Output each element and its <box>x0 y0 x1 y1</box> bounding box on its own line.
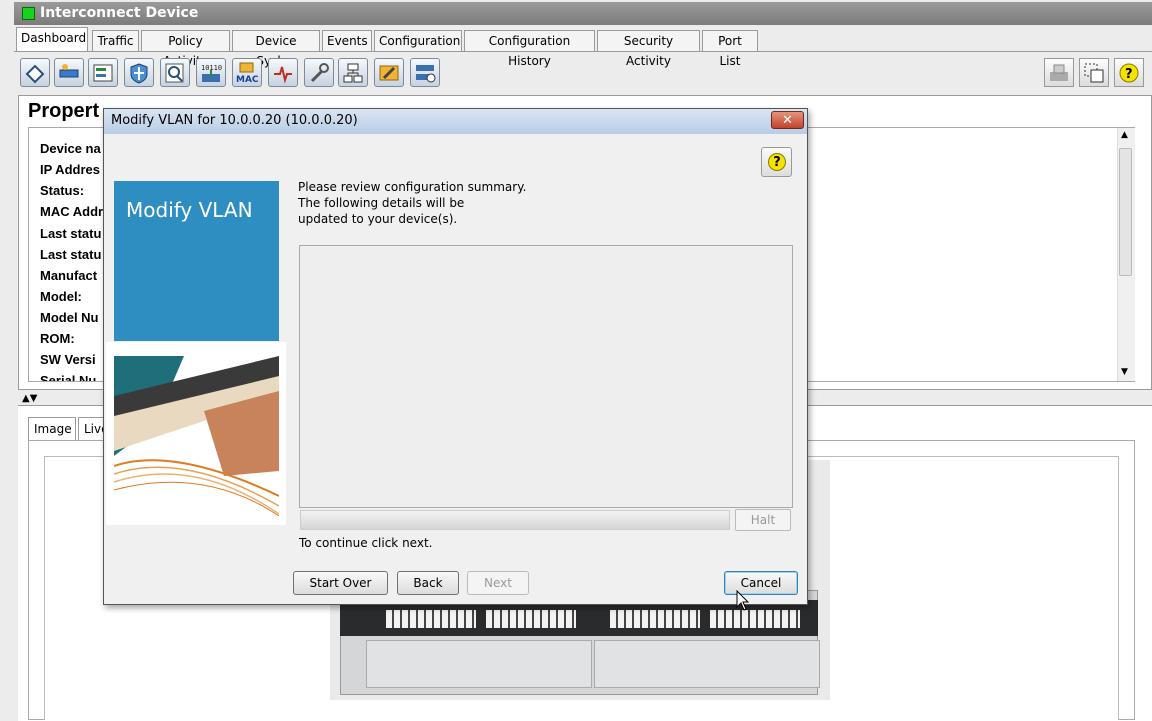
tab-security-activity[interactable]: Security Activity <box>597 30 700 68</box>
tab-divider <box>14 51 1152 52</box>
device-module <box>366 640 592 688</box>
vlan-button[interactable] <box>20 58 50 87</box>
device-port-block <box>386 610 476 628</box>
next-button[interactable]: Next <box>467 571 529 595</box>
scroll-up-icon[interactable]: ▲ <box>1121 130 1128 140</box>
window-title: Interconnect Device <box>40 5 199 21</box>
halt-button[interactable]: Halt <box>735 509 791 531</box>
prop-label-model-number: Model Nu <box>40 310 99 325</box>
device-list-icon <box>416 65 436 83</box>
mac-button[interactable]: MAC <box>232 58 262 87</box>
zoom-icon <box>165 63 184 83</box>
tab-device-syslog[interactable]: Device Syslog <box>232 30 320 68</box>
svg-text:?: ? <box>1125 67 1133 82</box>
prop-label-device-name: Device na <box>40 141 101 156</box>
help-icon: ? <box>768 153 786 171</box>
tab-traffic[interactable]: Traffic <box>92 30 139 51</box>
tools-icon <box>379 65 399 81</box>
device-module <box>594 640 820 688</box>
prop-label-ip-address: IP Addres <box>40 162 100 177</box>
signal-button[interactable] <box>268 58 298 87</box>
signal-icon <box>274 66 292 84</box>
dialog-close-button[interactable]: ✕ <box>771 111 804 129</box>
instruction-line-2: The following details will be <box>298 196 465 210</box>
svg-text:MAC: MAC <box>236 75 258 84</box>
prop-label-model: Model: <box>40 289 82 304</box>
prop-label-manufacturer: Manufact <box>40 268 98 283</box>
prop-label-last-status-1: Last statu <box>40 226 102 241</box>
wrench-button[interactable] <box>304 58 334 87</box>
prop-label-mac-address: MAC Addr <box>40 204 104 219</box>
tab-image[interactable]: Image <box>28 417 76 441</box>
network-icon <box>59 64 79 78</box>
prop-label-last-status-2: Last statu <box>40 247 102 262</box>
instruction-line-1: Please review configuration summary. <box>298 180 527 194</box>
wrench-icon <box>310 63 329 83</box>
device-port-block <box>610 610 700 628</box>
mouse-cursor-icon <box>736 589 750 615</box>
properties-title: Propert <box>28 100 100 122</box>
prop-label-serial-number: Serial Nu <box>40 373 97 381</box>
scroll-down-icon[interactable]: ▼ <box>1121 367 1128 377</box>
instruction-line-3: updated to your device(s). <box>298 212 458 226</box>
config-icon <box>93 64 113 82</box>
mac-icon: MAC <box>236 62 258 84</box>
download-icon: 101101 <box>201 64 222 82</box>
dialog-title: Modify VLAN for 10.0.0.20 (10.0.0.20) <box>111 113 358 128</box>
side-panel-title: Modify VLAN <box>126 198 253 222</box>
help-button[interactable]: ? <box>1114 58 1144 87</box>
prop-label-status: Status: <box>40 183 85 198</box>
status-led-icon <box>22 7 35 20</box>
printer-icon <box>1050 64 1068 81</box>
help-icon: ? <box>1119 63 1139 83</box>
print-button[interactable] <box>1044 58 1074 87</box>
tools-button[interactable] <box>374 58 404 87</box>
network-button[interactable] <box>54 58 84 87</box>
start-over-button[interactable]: Start Over <box>293 571 388 595</box>
tab-configuration-history[interactable]: Configuration History <box>464 30 595 68</box>
select-icon <box>1084 63 1104 83</box>
download-button[interactable]: 101101 <box>196 58 226 87</box>
architecture-illustration <box>114 356 279 516</box>
prop-label-rom: ROM: <box>40 331 75 346</box>
device-list-button[interactable] <box>410 58 440 87</box>
splitter-toggle[interactable]: ▲▼ <box>22 393 37 404</box>
device-port-block <box>486 610 576 628</box>
side-panel-image <box>114 356 279 516</box>
topology-icon <box>343 63 363 83</box>
tab-policy-activity[interactable]: Policy Activity <box>141 30 230 68</box>
tab-port-list[interactable]: Port List <box>702 30 758 68</box>
progress-bar <box>300 510 730 530</box>
topology-button[interactable] <box>338 58 368 87</box>
window-title-bar: Interconnect Device <box>14 2 1152 25</box>
properties-scroll-thumb[interactable] <box>1119 148 1132 276</box>
zoom-button[interactable] <box>160 58 190 87</box>
continue-hint: To continue click next. <box>299 536 433 550</box>
security-button[interactable] <box>124 58 154 87</box>
back-button[interactable]: Back <box>397 571 459 595</box>
vlan-icon <box>25 64 45 84</box>
prop-label-sw-version: SW Versi <box>40 352 96 367</box>
security-shield-icon <box>130 63 148 84</box>
config-button[interactable] <box>88 58 118 87</box>
select-button[interactable] <box>1079 58 1109 87</box>
tab-configuration[interactable]: Configuration <box>374 30 462 51</box>
tab-events[interactable]: Events <box>322 30 372 51</box>
tab-dashboard[interactable]: Dashboard <box>16 27 88 52</box>
device-port-block <box>710 610 800 628</box>
configuration-summary-box[interactable] <box>299 245 793 508</box>
